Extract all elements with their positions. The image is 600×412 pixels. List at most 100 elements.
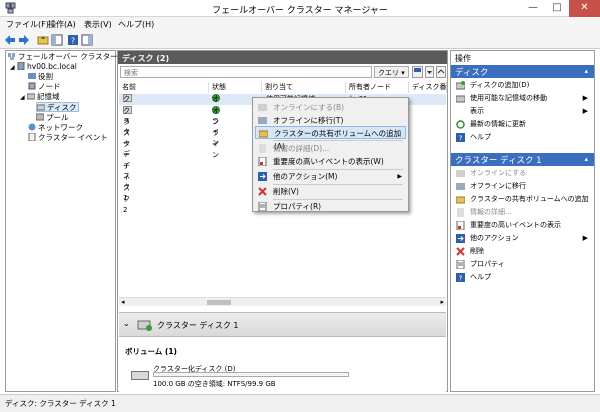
column-disk-number[interactable]: ディスク番号 bbox=[409, 82, 447, 93]
menu-separator bbox=[273, 140, 403, 141]
tree-item-roles[interactable]: 役割 bbox=[28, 72, 53, 82]
add-volume-icon bbox=[259, 130, 268, 138]
svg-text:?: ? bbox=[459, 135, 463, 143]
cluster-icon bbox=[17, 62, 25, 70]
submenu-arrow-icon: ▶ bbox=[582, 234, 588, 242]
nodes-icon bbox=[28, 82, 36, 90]
action-add-disk[interactable]: ディスクの追加(D) bbox=[451, 79, 594, 91]
action-delete[interactable]: 削除 bbox=[451, 245, 594, 257]
offline-icon bbox=[456, 183, 465, 190]
column-status[interactable]: 状態 bbox=[209, 82, 262, 93]
action-help[interactable]: ? ヘルプ bbox=[451, 131, 594, 143]
menu-view[interactable]: 表示(V) bbox=[84, 19, 112, 30]
volume-usage-bar bbox=[153, 372, 349, 377]
collapse-up-icon[interactable]: ▴ bbox=[584, 155, 588, 163]
tree-item-disks[interactable]: ディスク bbox=[36, 102, 80, 112]
action-move-storage[interactable]: 使用可能な記憶域の移動 ▶ bbox=[451, 92, 594, 104]
title-bar: フェールオーバー クラスター マネージャー — □ ✕ bbox=[0, 0, 600, 17]
actions-section-disks[interactable]: ディスク ▴ bbox=[451, 65, 594, 78]
tree-item-nodes[interactable]: ノード bbox=[28, 82, 61, 92]
search-input[interactable]: 検索 bbox=[120, 66, 372, 78]
column-assigned[interactable]: 割り当て bbox=[262, 82, 346, 93]
online-icon bbox=[456, 170, 465, 177]
delete-icon bbox=[456, 247, 465, 256]
scroll-left-icon[interactable]: ◂ bbox=[121, 298, 125, 306]
scroll-right-icon[interactable]: ▸ bbox=[440, 298, 444, 306]
navigation-tree: フェールオーバー クラスター マネージ ◢ hv00.bc.local 役割 ノ… bbox=[5, 50, 150, 392]
action-properties[interactable]: プロパティ bbox=[451, 258, 594, 270]
save-query-icon[interactable] bbox=[412, 66, 423, 78]
properties-icon bbox=[456, 260, 465, 269]
tree-item-network[interactable]: ネットワーク bbox=[28, 123, 83, 133]
add-volume-icon bbox=[456, 196, 465, 204]
forward-arrow-icon[interactable] bbox=[18, 34, 30, 46]
menu-item-more-actions[interactable]: 他のアクション(M) ▶ bbox=[255, 170, 406, 183]
detail-title: クラスター ディスク 1 bbox=[157, 321, 239, 330]
pool-icon bbox=[36, 113, 44, 121]
close-button[interactable]: ✕ bbox=[569, 0, 600, 17]
menu-item-critical-events[interactable]: 重要度の高いイベントの表示(W) bbox=[255, 155, 406, 168]
details-icon bbox=[457, 208, 464, 217]
menu-item-details[interactable]: 情報の詳細(D)... bbox=[255, 142, 406, 155]
properties-icon bbox=[258, 202, 267, 211]
column-owner-node[interactable]: 所有者ノード bbox=[346, 82, 409, 93]
minimize-button[interactable]: — bbox=[521, 0, 545, 17]
query-button[interactable]: クエリ ▾ bbox=[374, 66, 409, 78]
scroll-thumb[interactable] bbox=[207, 300, 231, 305]
menu-item-properties[interactable]: プロパティ(R) bbox=[255, 200, 406, 213]
tree-item-cluster[interactable]: ◢ hv00.bc.local bbox=[10, 62, 77, 72]
folder-up-icon[interactable] bbox=[37, 34, 49, 46]
action-add-csv[interactable]: クラスターの共有ボリュームへの追加 bbox=[451, 193, 594, 205]
menu-item-online[interactable]: オンラインにする(B) bbox=[255, 101, 406, 114]
menu-item-delete[interactable]: 削除(V) bbox=[255, 185, 406, 198]
disks-header: ディスク (2) bbox=[118, 51, 447, 64]
events-icon bbox=[28, 133, 36, 141]
expand-search-icon[interactable] bbox=[436, 66, 446, 78]
action-take-offline[interactable]: オフラインに移行 bbox=[451, 180, 594, 192]
menu-help[interactable]: ヘルプ(H) bbox=[118, 19, 154, 30]
horizontal-scrollbar[interactable]: ◂ ▸ bbox=[119, 297, 446, 306]
menu-item-add-csv[interactable]: クラスターの共有ボリュームへの追加(A) bbox=[255, 126, 406, 151]
help-icon[interactable]: ? bbox=[67, 34, 79, 46]
svg-text:?: ? bbox=[71, 37, 75, 46]
collapse-up-icon[interactable]: ▴ bbox=[584, 67, 588, 75]
refresh-icon bbox=[456, 120, 465, 129]
action-refresh[interactable]: 最新の情報に更新 bbox=[451, 118, 594, 130]
volume-header: ボリューム (1) bbox=[125, 347, 177, 356]
tree-item-events[interactable]: クラスター イベント bbox=[28, 133, 108, 143]
move-storage-icon bbox=[456, 95, 465, 103]
show-hide-tree-icon[interactable] bbox=[51, 34, 63, 46]
actions-section-disk1[interactable]: クラスター ディスク 1 ▴ bbox=[451, 153, 594, 166]
action-more-actions[interactable]: 他のアクション ▶ bbox=[451, 232, 594, 244]
more-actions-icon bbox=[456, 234, 465, 243]
actions-pane: 操作 ディスク ▴ ディスクの追加(D) 使用可能な記憶域の移動 ▶ 表示 ▶ 最新の… bbox=[450, 50, 595, 392]
volume-disk-icon bbox=[131, 371, 149, 380]
context-menu: オンラインにする(B) オフラインに移行(T) クラスターの共有ボリュームへの追… bbox=[252, 97, 409, 212]
actions-header: 操作 bbox=[455, 54, 471, 63]
window-title: フェールオーバー クラスター マネージャー bbox=[212, 6, 388, 16]
query-options-icon[interactable] bbox=[425, 66, 434, 78]
menu-action[interactable]: 操作(A) bbox=[48, 19, 76, 30]
action-bring-online[interactable]: オンラインにする bbox=[451, 167, 594, 179]
maximize-button[interactable]: □ bbox=[545, 0, 569, 17]
action-pane-icon[interactable] bbox=[81, 34, 93, 46]
menu-bar: ファイル(F) 操作(A) 表示(V) ヘルプ(H) bbox=[0, 17, 600, 32]
more-actions-icon bbox=[258, 172, 267, 181]
action-critical-events[interactable]: 重要度の高いイベントの表示 bbox=[451, 219, 594, 231]
action-view[interactable]: 表示 ▶ bbox=[451, 105, 594, 117]
action-help-2[interactable]: ? ヘルプ bbox=[451, 271, 594, 283]
back-arrow-icon[interactable] bbox=[4, 34, 16, 46]
tree-item-storage[interactable]: ◢ 記憶域 bbox=[20, 92, 60, 102]
submenu-arrow-icon: ▶ bbox=[582, 107, 588, 115]
column-name[interactable]: 名前 bbox=[119, 82, 209, 93]
action-details[interactable]: 情報の詳細... bbox=[451, 206, 594, 218]
delete-icon bbox=[258, 187, 267, 196]
offline-icon bbox=[258, 117, 267, 124]
toolbar: ? bbox=[0, 32, 600, 49]
collapse-chevron-icon[interactable]: ⌄ bbox=[123, 319, 130, 328]
tree-item-pools[interactable]: プール bbox=[36, 113, 69, 123]
svg-text:?: ? bbox=[459, 275, 463, 283]
status-bar: ディスク: クラスター ディスク 1 bbox=[0, 394, 600, 412]
events-icon bbox=[456, 221, 465, 230]
menu-file[interactable]: ファイル(F) bbox=[6, 19, 49, 30]
